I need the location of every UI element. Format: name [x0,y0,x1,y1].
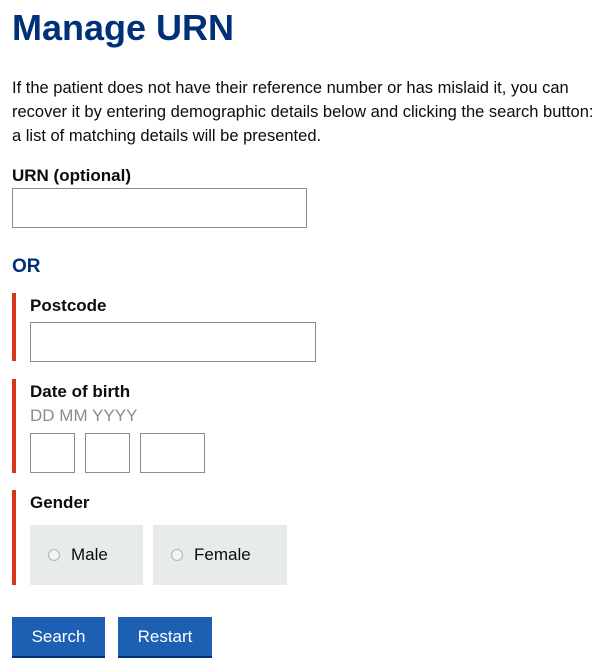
urn-label: URN (optional) [12,166,131,185]
gender-option-female[interactable]: Female [153,525,287,585]
radio-button-icon[interactable] [171,549,183,561]
dob-year-input[interactable] [140,433,205,473]
page-title: Manage URN [12,7,235,48]
date-of-birth-group: Date of birth DD MM YYYY [12,379,332,473]
gender-label: Gender [30,493,90,512]
postcode-input[interactable] [30,322,316,362]
postcode-label: Postcode [30,296,107,315]
intro-text: If the patient does not have their refer… [12,79,594,145]
dob-hint: DD MM YYYY [30,406,138,425]
gender-group: Gender Male Female [12,490,312,585]
search-button[interactable]: Search [12,617,105,656]
radio-button-icon[interactable] [48,549,60,561]
dob-label: Date of birth [30,382,131,401]
dob-day-input[interactable] [30,433,75,473]
manage-urn-page: Manage URN If the patient does not have … [0,0,613,671]
dob-month-input[interactable] [85,433,130,473]
restart-button[interactable]: Restart [118,617,212,656]
urn-input[interactable] [12,188,307,228]
or-separator: OR [12,256,41,277]
postcode-group: Postcode [12,293,332,362]
gender-option-male[interactable]: Male [30,525,143,585]
gender-option-label: Male [71,545,108,564]
gender-option-label: Female [194,545,251,564]
